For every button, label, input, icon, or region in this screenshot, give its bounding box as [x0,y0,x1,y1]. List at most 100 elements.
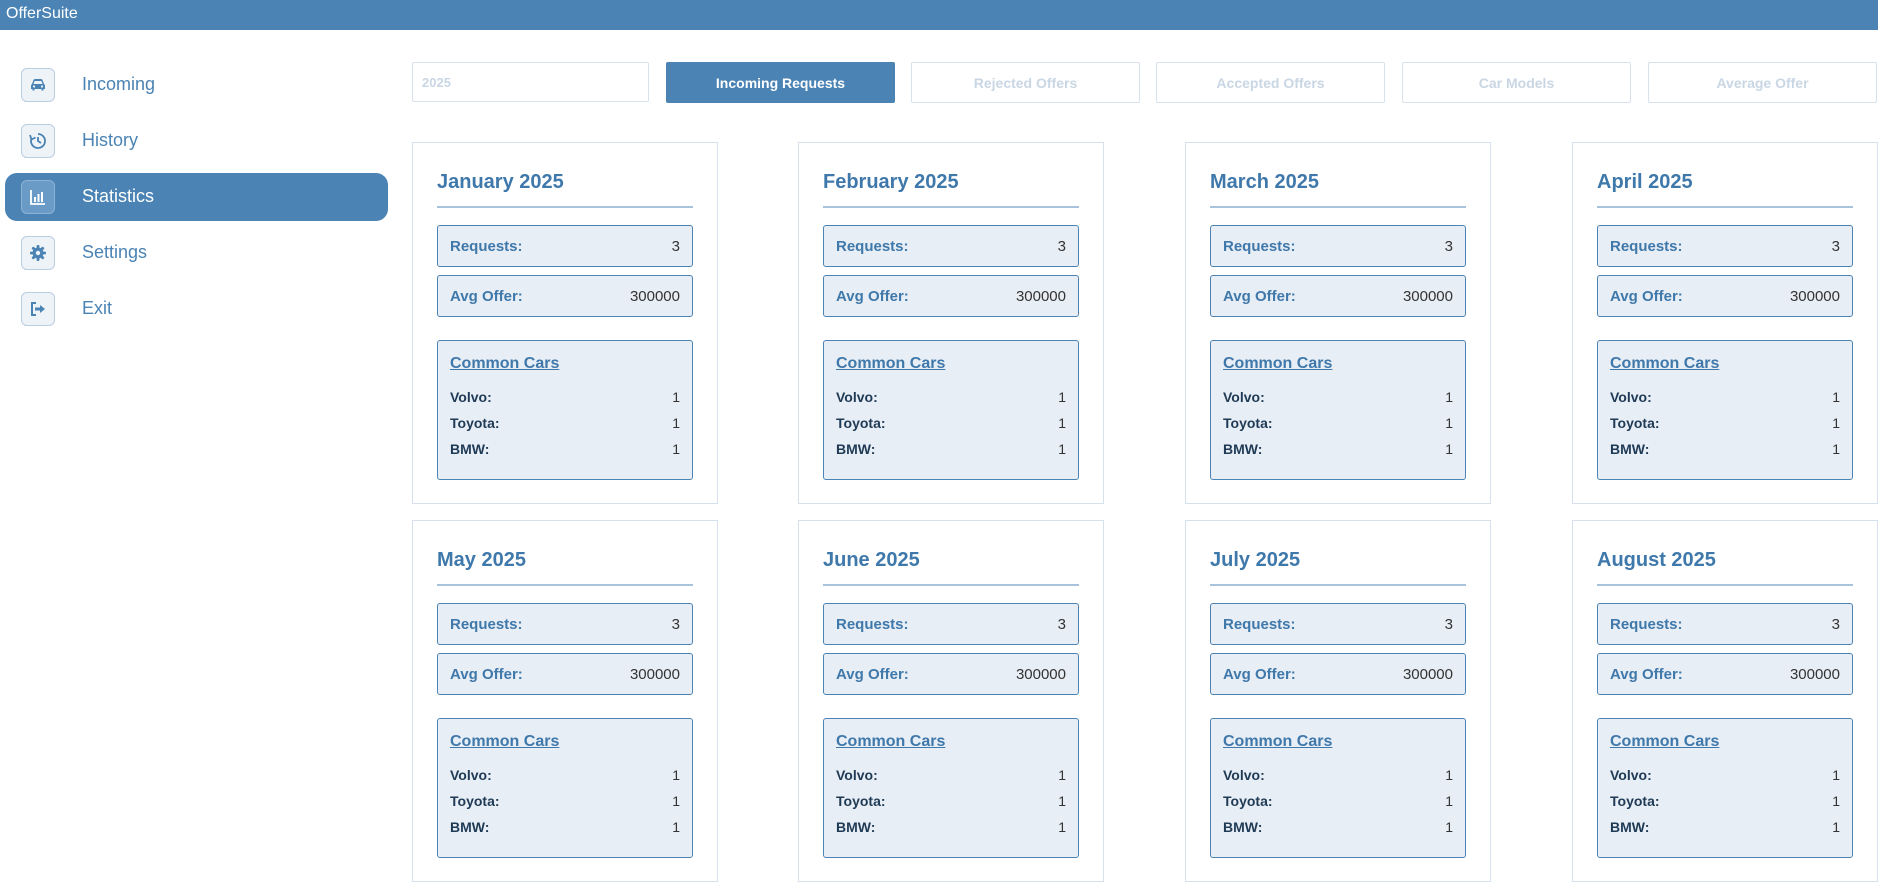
requests-label: Requests: [1610,238,1683,255]
common-cars-box: Common Cars Volvo: 1 Toyota: 1 BMW: 1 [1597,340,1853,480]
requests-stat: Requests: 3 [437,603,693,645]
month-title: February 2025 [823,171,959,193]
bar-chart-icon [21,180,55,214]
common-cars-link[interactable]: Common Cars [1223,733,1332,751]
car-name: BMW: [1223,819,1263,835]
month-title: June 2025 [823,549,920,571]
car-name: Toyota: [836,415,886,431]
car-name: Volvo: [836,767,878,783]
avg-offer-stat: Avg Offer: 300000 [1210,275,1466,317]
car-name: Volvo: [450,767,492,783]
month-card: April 2025 Requests: 3 Avg Offer: 300000 Comm… [1572,142,1878,504]
requests-stat: Requests: 3 [1597,225,1853,267]
divider [1210,584,1466,586]
sidebar-item-history[interactable]: History [5,117,388,165]
avg-offer-label: Avg Offer: [450,666,523,683]
requests-value: 3 [1831,238,1840,255]
car-count-row: Toyota: 1 [1223,793,1453,811]
divider [437,584,693,586]
car-count-row: Volvo: 1 [450,389,680,407]
month-card: January 2025 Requests: 3 Avg Offer: 300000 Co… [412,142,718,504]
sidebar: Incoming History Statistics Settings Exi… [0,30,392,848]
divider [1597,584,1853,586]
requests-value: 3 [1831,616,1840,633]
common-cars-link[interactable]: Common Cars [836,355,945,373]
sidebar-item-incoming[interactable]: Incoming [5,61,388,109]
car-count-row: Volvo: 1 [1610,389,1840,407]
car-name: Toyota: [1610,415,1660,431]
sidebar-item-label: History [82,130,139,150]
requests-value: 3 [1444,238,1453,255]
avg-offer-label: Avg Offer: [836,666,909,683]
car-count: 1 [1832,415,1840,431]
car-count: 1 [1058,793,1066,809]
app-title: OfferSuite [6,5,78,22]
car-name: Toyota: [1223,793,1273,809]
month-title: January 2025 [437,171,564,193]
common-cars-link[interactable]: Common Cars [1610,733,1719,751]
common-cars-link[interactable]: Common Cars [836,733,945,751]
car-count-row: BMW: 1 [450,819,680,837]
requests-stat: Requests: 3 [1210,603,1466,645]
car-count: 1 [1832,389,1840,405]
month-card: June 2025 Requests: 3 Avg Offer: 300000 Commo… [798,520,1104,882]
month-card: February 2025 Requests: 3 Avg Offer: 300000 C… [798,142,1104,504]
requests-stat: Requests: 3 [823,603,1079,645]
tab-car-models[interactable]: Car Models [1402,62,1631,103]
car-name: Volvo: [1610,767,1652,783]
common-cars-link[interactable]: Common Cars [1610,355,1719,373]
car-name: BMW: [1610,441,1650,457]
sidebar-item-label: Exit [82,298,113,318]
tab-accepted-offers[interactable]: Accepted Offers [1156,62,1385,103]
car-count-row: BMW: 1 [1223,441,1453,459]
year-input[interactable] [412,62,649,102]
sidebar-item-label: Settings [82,242,148,262]
avg-offer-stat: Avg Offer: 300000 [437,653,693,695]
car-name: Volvo: [1223,767,1265,783]
sidebar-item-exit[interactable]: Exit [5,285,388,333]
car-count-row: Volvo: 1 [1223,767,1453,785]
requests-label: Requests: [1223,238,1296,255]
common-cars-link[interactable]: Common Cars [1223,355,1332,373]
car-count-row: BMW: 1 [836,819,1066,837]
car-count-row: Volvo: 1 [450,767,680,785]
common-cars-box: Common Cars Volvo: 1 Toyota: 1 BMW: 1 [823,340,1079,480]
car-icon [21,68,55,102]
divider [1210,206,1466,208]
common-cars-link[interactable]: Common Cars [450,733,559,751]
car-count: 1 [672,767,680,783]
car-count: 1 [672,441,680,457]
car-count-row: Toyota: 1 [1610,415,1840,433]
requests-value: 3 [671,238,680,255]
car-count-row: Toyota: 1 [836,415,1066,433]
month-card: May 2025 Requests: 3 Avg Offer: 300000 Common… [412,520,718,882]
common-cars-box: Common Cars Volvo: 1 Toyota: 1 BMW: 1 [437,718,693,858]
sidebar-item-settings[interactable]: Settings [5,229,388,277]
car-count-row: Volvo: 1 [836,389,1066,407]
tab-average-offer[interactable]: Average Offer [1648,62,1877,103]
avg-offer-stat: Avg Offer: 300000 [437,275,693,317]
car-name: Toyota: [1223,415,1273,431]
car-count-row: Toyota: 1 [450,415,680,433]
sidebar-item-statistics[interactable]: Statistics [5,173,388,221]
car-count: 1 [1058,441,1066,457]
avg-offer-value: 300000 [1789,666,1840,683]
car-count: 1 [1445,819,1453,835]
car-name: Volvo: [450,389,492,405]
car-count-row: Toyota: 1 [1610,793,1840,811]
tab-incoming-requests[interactable]: Incoming Requests [666,62,895,103]
avg-offer-stat: Avg Offer: 300000 [1210,653,1466,695]
car-count: 1 [672,389,680,405]
requests-label: Requests: [450,238,523,255]
tab-rejected-offers[interactable]: Rejected Offers [911,62,1140,103]
car-count-row: Volvo: 1 [836,767,1066,785]
common-cars-link[interactable]: Common Cars [450,355,559,373]
car-name: BMW: [450,441,490,457]
common-cars-box: Common Cars Volvo: 1 Toyota: 1 BMW: 1 [823,718,1079,858]
common-cars-box: Common Cars Volvo: 1 Toyota: 1 BMW: 1 [1210,718,1466,858]
common-cars-box: Common Cars Volvo: 1 Toyota: 1 BMW: 1 [1210,340,1466,480]
requests-label: Requests: [1610,616,1683,633]
car-count: 1 [1445,767,1453,783]
car-name: BMW: [1610,819,1650,835]
month-card: March 2025 Requests: 3 Avg Offer: 300000 Comm… [1185,142,1491,504]
